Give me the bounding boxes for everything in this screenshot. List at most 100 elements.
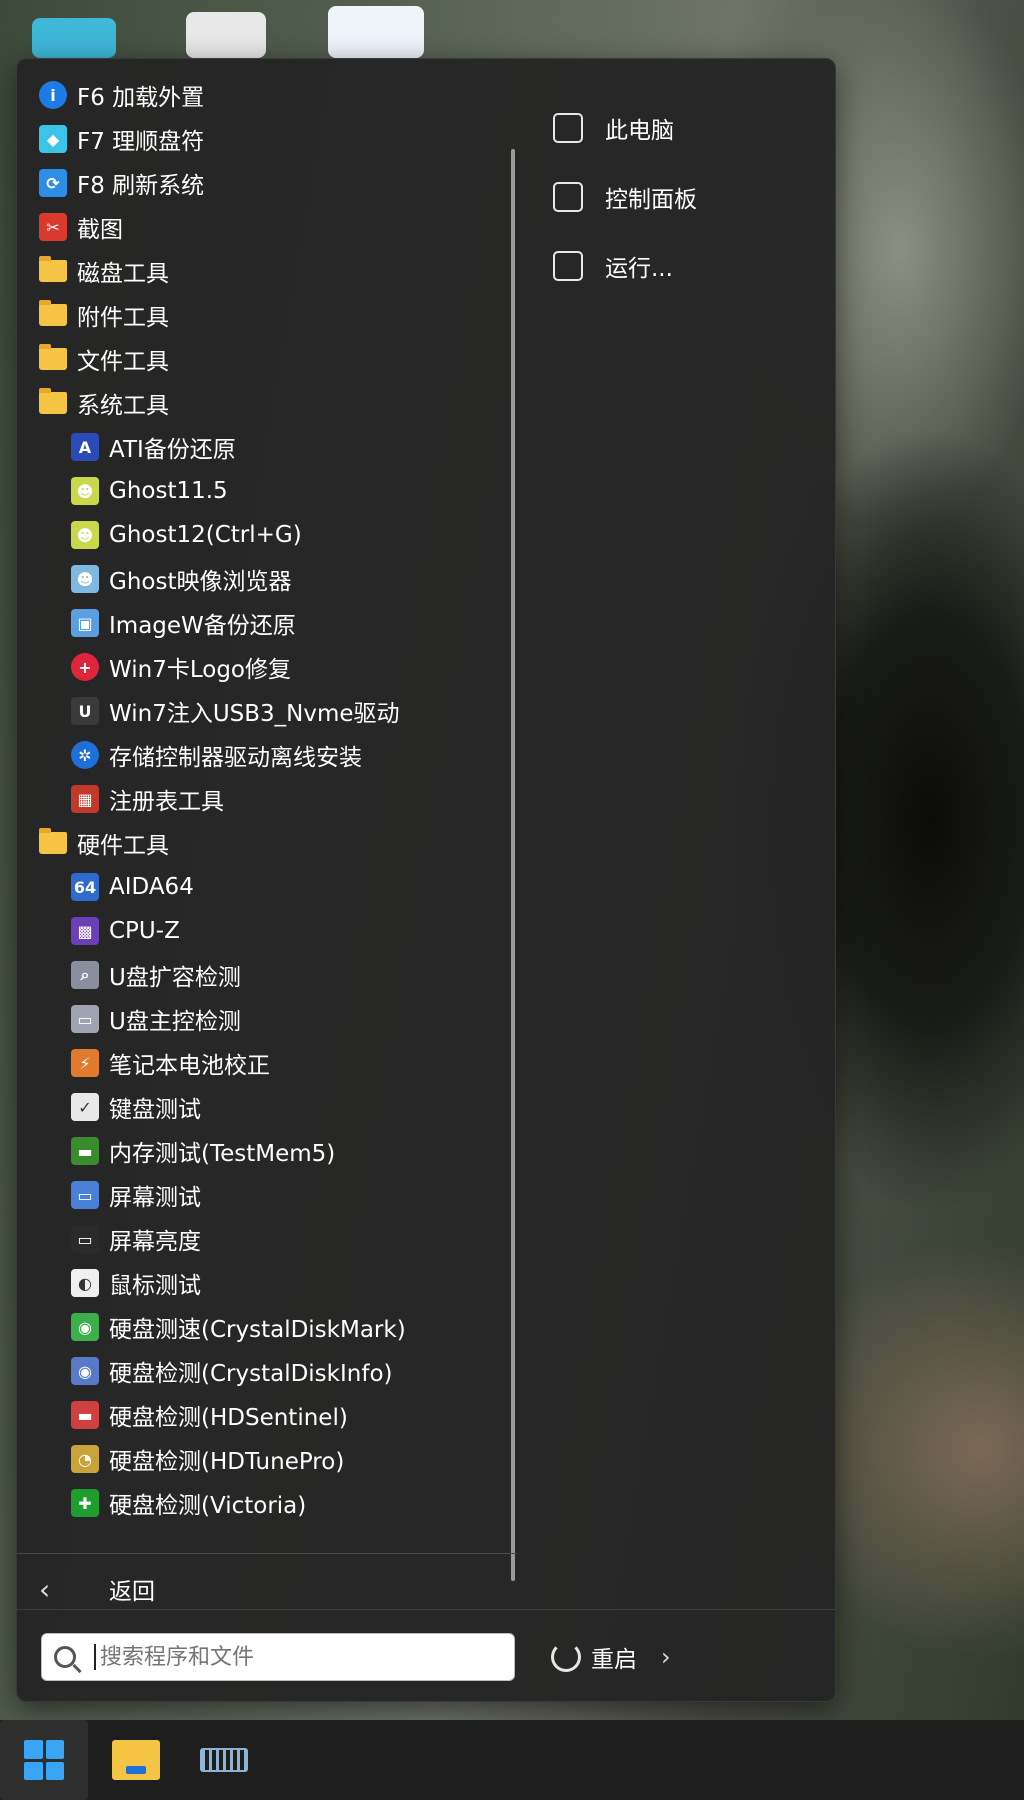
menu-item-label: Ghost映像浏览器 [109,569,292,595]
victoria-icon: ✚ [71,1489,99,1517]
quick-link-label: 运行... [605,255,673,282]
menu-item[interactable]: ▭ U盘主控检测 [17,997,517,1041]
menu-item[interactable]: ◔ 硬盘检测(HDTunePro) [17,1437,517,1481]
menu-item[interactable]: ◐ 鼠标测试 [17,1261,517,1305]
menu-item[interactable]: ✲ 存储控制器驱动离线安装 [17,733,517,777]
menu-item[interactable]: i F6 加载外置 [17,73,517,117]
menu-item-label: 硬盘检测(HDSentinel) [109,1405,348,1431]
menu-item-label: 硬盘检测(HDTunePro) [109,1449,345,1475]
menu-item[interactable]: ☻ Ghost12(Ctrl+G) [17,513,517,557]
quick-link[interactable]: 运行... [553,231,697,300]
menu-item[interactable]: ▩ CPU-Z [17,909,517,953]
menu-folder[interactable]: 硬件工具 [17,821,517,865]
menu-item-label: 笔记本电池校正 [109,1053,270,1079]
menu-item[interactable]: ⟳ F8 刷新系统 [17,161,517,205]
text-caret [94,1644,96,1670]
cube-icon: ◆ [39,125,67,153]
back-button[interactable]: ‹ 返回 [39,1567,155,1611]
menu-item-label: Ghost11.5 [109,478,228,504]
battery-icon: ⚡ [71,1049,99,1077]
menu-item-label: 鼠标测试 [109,1273,201,1299]
refresh-icon: ⟳ [39,169,67,197]
search-input[interactable] [100,1644,460,1670]
file-explorer-button[interactable] [92,1720,180,1800]
divider [17,1609,837,1610]
menu-folder[interactable]: 系统工具 [17,381,517,425]
menu-folder[interactable]: 文件工具 [17,337,517,381]
chevron-right-icon[interactable]: › [661,1643,671,1671]
repair-icon: + [71,653,99,681]
keyboard-button[interactable] [180,1720,268,1800]
menu-item-label: 存储控制器驱动离线安装 [109,745,362,771]
menu-item-label: 硬盘检测(Victoria) [109,1493,307,1519]
usb-drive-icon: ⌕ [71,961,99,989]
hdsentinel-icon: ▬ [71,1401,99,1429]
info-icon: i [39,81,67,109]
registry-icon: ▦ [71,785,99,813]
desktop-icon-snapshot[interactable] [186,12,266,58]
menu-item[interactable]: ✂ 截图 [17,205,517,249]
quick-links: 此电脑控制面板运行... [553,93,697,300]
menu-item[interactable]: ◆ F7 理顺盘符 [17,117,517,161]
menu-item[interactable]: + Win7卡Logo修复 [17,645,517,689]
desktop-icon-xunlei[interactable] [328,6,424,58]
run-icon [553,250,583,281]
menu-folder[interactable]: 附件工具 [17,293,517,337]
quick-link[interactable]: 此电脑 [553,93,697,162]
mouse-icon: ◐ [71,1269,99,1297]
menu-folder[interactable]: 磁盘工具 [17,249,517,293]
menu-item[interactable]: ✓ 键盘测试 [17,1085,517,1129]
taskbar [0,1720,1024,1800]
quick-link[interactable]: 控制面板 [553,162,697,231]
menu-item-label: U盘主控检测 [109,1009,241,1035]
menu-item[interactable]: ☻ Ghost11.5 [17,469,517,513]
menu-item-label: 硬件工具 [77,833,169,859]
usb-drive-icon: ▭ [71,1005,99,1033]
menu-item[interactable]: ⚡ 笔记本电池校正 [17,1041,517,1085]
start-button[interactable] [0,1720,88,1800]
search-box[interactable] [41,1633,515,1681]
menu-item-label: 硬盘检测(CrystalDiskInfo) [109,1361,393,1387]
menu-item-label: 磁盘工具 [77,261,169,287]
menu-item[interactable]: ▭ 屏幕亮度 [17,1217,517,1261]
menu-item[interactable]: ▬ 内存测试(TestMem5) [17,1129,517,1173]
menu-item-label: 注册表工具 [109,789,224,815]
restart-label: 重启 [591,1647,637,1673]
menu-item[interactable]: ▦ 注册表工具 [17,777,517,821]
menu-item-label: ImageW备份还原 [109,613,296,639]
menu-item[interactable]: ▣ ImageW备份还原 [17,601,517,645]
menu-item[interactable]: ⌕ U盘扩容检测 [17,953,517,997]
start-icon [24,1740,64,1780]
diskmark-icon: ◉ [71,1313,99,1341]
menu-item-label: 屏幕亮度 [109,1229,201,1255]
control-panel-icon [553,181,583,212]
gear-icon: ✲ [71,741,99,769]
menu-item[interactable]: ◉ 硬盘测速(CrystalDiskMark) [17,1305,517,1349]
keyboard-test-icon: ✓ [71,1093,99,1121]
restart-button[interactable]: 重启 › [551,1633,671,1681]
file-explorer-icon [112,1740,160,1780]
aida64-icon: 64 [71,873,99,901]
menu-item[interactable]: ▭ 屏幕测试 [17,1173,517,1217]
menu-item[interactable]: ✚ 硬盘检测(Victoria) [17,1481,517,1525]
menu-item[interactable]: U Win7注入USB3_Nvme驱动 [17,689,517,733]
restart-icon [551,1642,581,1672]
menu-item[interactable]: ☻ Ghost映像浏览器 [17,557,517,601]
list-scrollbar[interactable] [511,149,515,1581]
quick-link-label: 此电脑 [605,117,674,144]
memory-icon: ▬ [71,1137,99,1165]
keyboard-icon [200,1748,248,1772]
program-list: i F6 加载外置 ◆ F7 理顺盘符 ⟳ F8 刷新系统 ✂ 截图磁盘工具附件工具 文件工具系… [17,73,517,1525]
menu-item-label: F8 刷新系统 [77,173,205,199]
menu-item[interactable]: ◉ 硬盘检测(CrystalDiskInfo) [17,1349,517,1393]
menu-item-label: 屏幕测试 [109,1185,201,1211]
menu-item[interactable]: A ATI备份还原 [17,425,517,469]
menu-item[interactable]: ▬ 硬盘检测(HDSentinel) [17,1393,517,1437]
menu-item[interactable]: 64 AIDA64 [17,865,517,909]
ghost-icon: ☻ [71,521,99,549]
menu-item-label: Ghost12(Ctrl+G) [109,522,302,548]
desktop-icon-this-pc[interactable] [32,18,116,58]
usb-icon: U [71,697,99,725]
menu-item-label: F6 加载外置 [77,85,205,111]
folder-icon [39,388,67,417]
